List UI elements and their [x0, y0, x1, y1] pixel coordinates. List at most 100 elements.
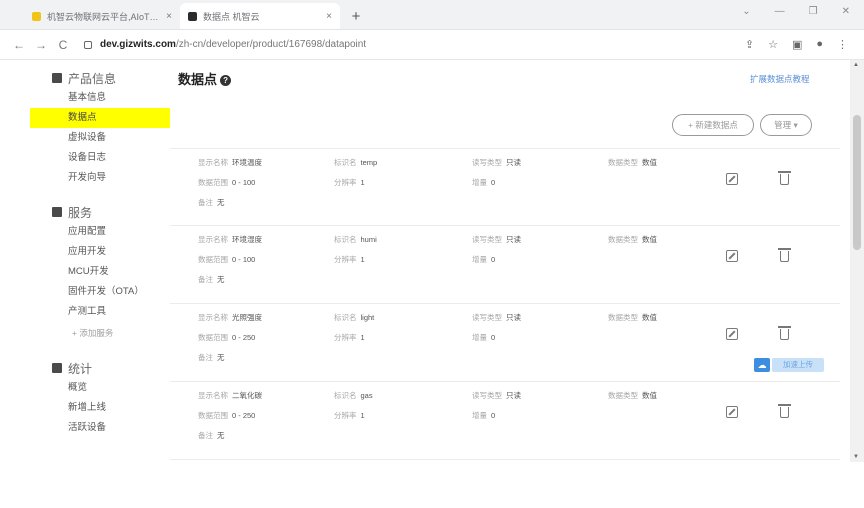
main-panel: 数据点? 扩展数据点教程 + 新建数据点 管理 ▾ 显示名称 环境温度 标识名 te… [170, 60, 850, 462]
sidebar-item-dev-guide[interactable]: 开发向导 [30, 168, 170, 188]
sidebar-item-app-dev[interactable]: 应用开发 [30, 242, 170, 262]
display-name-field: 显示名称 光照强度 [198, 313, 262, 322]
rw-type-field: 读写类型 只读 [472, 235, 521, 244]
browser-tab-bar: 机智云物联网云平台,AIoT开发... × 数据点 机智云 × + ⌄ — ❐ … [0, 0, 864, 30]
trash-icon[interactable] [778, 171, 791, 185]
sidebar-item-ota[interactable]: 固件开发（OTA） [30, 282, 170, 302]
sidebar-section-statistics: 统计 [52, 358, 170, 378]
share-icon[interactable]: ⇪ [745, 38, 754, 51]
display-name-field: 显示名称 环境湿度 [198, 235, 262, 244]
sidebar-section-product-info: 产品信息 [52, 68, 170, 88]
floating-upload-badge[interactable]: ☁ 加速上传 [754, 358, 824, 372]
tab-title: 机智云物联网云平台,AIoT开发... [47, 11, 160, 22]
note-field: 备注无 [198, 198, 225, 207]
display-name-field: 显示名称 环境温度 [198, 158, 262, 167]
add-service-link[interactable]: + 添加服务 [30, 322, 170, 344]
sidebar-item-new-online[interactable]: 新增上线 [30, 398, 170, 418]
identifier-field: 标识名 light [334, 313, 375, 322]
sidebar-item-device-log[interactable]: 设备日志 [30, 148, 170, 168]
page-scrollbar[interactable]: ▲ ▼ [850, 60, 864, 462]
chart-icon [52, 363, 62, 373]
range-field: 数据范围 0 - 100 [198, 178, 256, 187]
sidebar-item-mcu-dev[interactable]: MCU开发 [30, 262, 170, 282]
section-title: 服务 [68, 205, 93, 220]
menu-kebab-icon[interactable]: ⋮ [837, 38, 848, 51]
edit-icon[interactable] [726, 173, 738, 185]
sidebar-item-test-tool[interactable]: 产测工具 [30, 302, 170, 322]
page-content: 产品信息 基本信息 数据点 虚拟设备 设备日志 开发向导 服务 应用配置 应用开… [0, 60, 850, 462]
grid-icon [52, 73, 62, 83]
note-field: 备注无 [198, 431, 225, 440]
trash-icon[interactable] [778, 248, 791, 262]
identifier-field: 标识名 humi [334, 235, 377, 244]
datapoint-list: 显示名称 环境温度 标识名 temp 读写类型 只读 数据类型 数值 数据范围 0 - 1… [170, 148, 840, 460]
page-title: 数据点? [178, 69, 232, 88]
tab-search-icon[interactable]: ⌄ [742, 6, 750, 17]
scrollbar-thumb[interactable] [853, 115, 861, 250]
tab-close-icon[interactable]: × [326, 11, 332, 22]
note-field: 备注无 [198, 353, 225, 362]
cloud-icon: ☁ [754, 358, 770, 372]
browser-toolbar: ⇪ ☆ ▣ ● ⋮ [745, 38, 848, 51]
window-controls: ⌄ — ❐ ✕ [742, 6, 850, 17]
scroll-up-icon[interactable]: ▲ [853, 62, 859, 68]
edit-icon[interactable] [726, 250, 738, 262]
sidebar: 产品信息 基本信息 数据点 虚拟设备 设备日志 开发向导 服务 应用配置 应用开… [30, 60, 170, 462]
manage-dropdown-button[interactable]: 管理 ▾ [760, 114, 812, 136]
ratio-field: 分辨率 1 [334, 255, 365, 264]
scroll-down-icon[interactable]: ▼ [853, 454, 859, 460]
sidebar-item-overview[interactable]: 概览 [30, 378, 170, 398]
edit-icon[interactable] [726, 328, 738, 340]
offset-field: 增量 0 [472, 411, 496, 420]
offset-field: 增量 0 [472, 255, 496, 264]
floating-badge-label: 加速上传 [772, 358, 824, 372]
add-datapoint-button[interactable]: + 新建数据点 [672, 114, 754, 136]
browser-tab-datapoint[interactable]: 数据点 机智云 × [180, 3, 340, 29]
datapoint-row: 显示名称 光照强度 标识名 light 读写类型 只读 数据类型 数值 数据范围 0 - … [170, 304, 840, 382]
browser-tab-gizwits[interactable]: 机智云物联网云平台,AIoT开发... × [24, 3, 180, 29]
section-title: 产品信息 [68, 71, 117, 86]
lock-icon[interactable] [84, 40, 92, 49]
data-type-field: 数据类型 数值 [608, 235, 657, 244]
rw-type-field: 读写类型 只读 [472, 313, 521, 322]
forward-arrow-icon[interactable]: → [32, 38, 50, 52]
datapoint-row: 显示名称 二氧化碳 标识名 gas 读写类型 只读 数据类型 数值 数据范围 0 - 25… [170, 382, 840, 460]
datapoint-row: 显示名称 环境温度 标识名 temp 读写类型 只读 数据类型 数值 数据范围 0 - 1… [170, 148, 840, 226]
datapoint-row: 显示名称 环境湿度 标识名 humi 读写类型 只读 数据类型 数值 数据范围 0 - 1… [170, 226, 840, 304]
page-title-text: 数据点 [178, 72, 218, 87]
note-field: 备注无 [198, 275, 225, 284]
rw-type-field: 读写类型 只读 [472, 391, 521, 400]
ratio-field: 分辨率 1 [334, 411, 365, 420]
sidebar-item-virtual-device[interactable]: 虚拟设备 [30, 128, 170, 148]
close-window-icon[interactable]: ✕ [842, 6, 850, 17]
offset-field: 增量 0 [472, 333, 496, 342]
trash-icon[interactable] [778, 404, 791, 418]
minimize-icon[interactable]: — [775, 6, 785, 17]
tab-close-icon[interactable]: × [166, 11, 172, 22]
reload-icon[interactable]: C [54, 38, 72, 52]
back-arrow-icon[interactable]: ← [10, 38, 28, 52]
sidebar-section-service: 服务 [52, 202, 170, 222]
new-tab-button[interactable]: + [344, 3, 368, 29]
sidebar-item-datapoint[interactable]: 数据点 [30, 108, 170, 128]
restore-icon[interactable]: ❐ [809, 6, 818, 17]
edit-icon[interactable] [726, 406, 738, 418]
help-icon[interactable]: ? [220, 75, 232, 86]
url-field[interactable]: dev.gizwits.com /zh-cn/developer/product… [76, 34, 745, 56]
ratio-field: 分辨率 1 [334, 333, 365, 342]
range-field: 数据范围 0 - 100 [198, 255, 256, 264]
data-type-field: 数据类型 数值 [608, 313, 657, 322]
data-type-field: 数据类型 数值 [608, 391, 657, 400]
sidebar-item-basic-info[interactable]: 基本信息 [30, 88, 170, 108]
rw-type-field: 读写类型 只读 [472, 158, 521, 167]
sidebar-item-app-config[interactable]: 应用配置 [30, 222, 170, 242]
sidebar-item-active-devices[interactable]: 活跃设备 [30, 418, 170, 438]
range-field: 数据范围 0 - 250 [198, 333, 256, 342]
trash-icon[interactable] [778, 326, 791, 340]
profile-icon[interactable]: ● [816, 38, 823, 51]
bookmark-star-icon[interactable]: ☆ [768, 38, 778, 51]
sidebar-panel-icon[interactable]: ▣ [792, 38, 802, 51]
datapoint-tutorial-link[interactable]: 扩展数据点教程 [750, 73, 810, 85]
url-host: dev.gizwits.com [100, 39, 176, 50]
display-name-field: 显示名称 二氧化碳 [198, 391, 262, 400]
